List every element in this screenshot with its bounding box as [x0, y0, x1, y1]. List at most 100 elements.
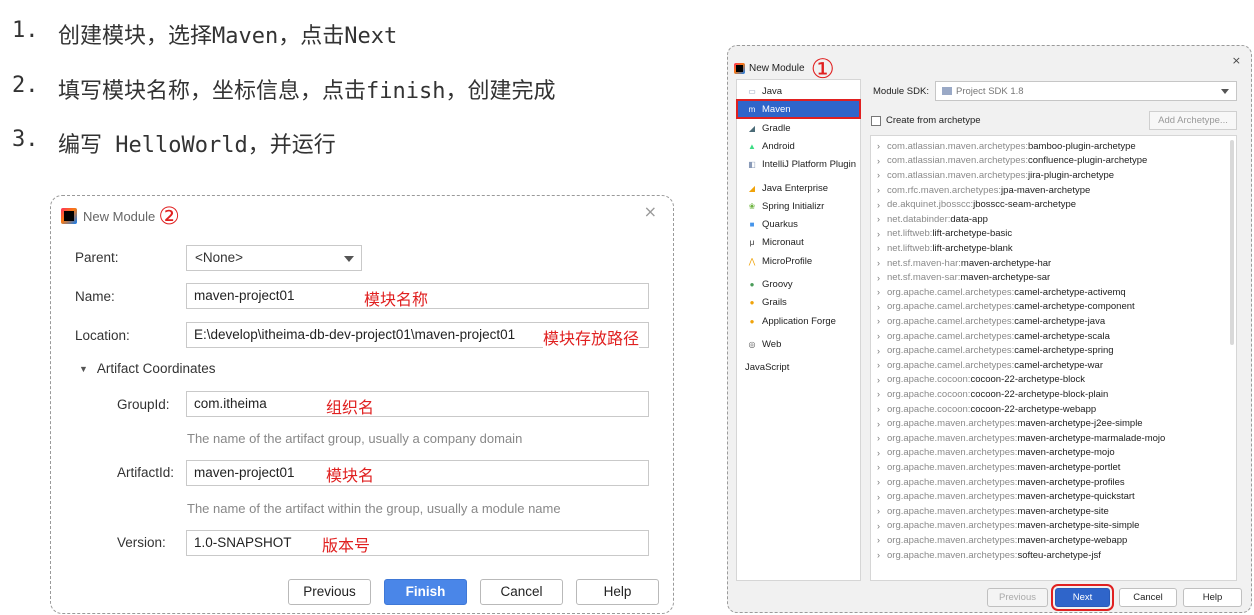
name-label: Name: [75, 289, 115, 304]
generator-item[interactable]: ◢ Gradle [737, 119, 860, 137]
archetype-item[interactable]: › org.apache.camel.archetypes: camel-arche… [871, 285, 1126, 300]
archetype-item[interactable]: › org.apache.camel.archetypes: camel-arche… [871, 300, 1135, 315]
archetype-item[interactable]: › org.apache.camel.archetypes: camel-arche… [871, 358, 1103, 373]
cancel-button[interactable]: Cancel [1119, 588, 1177, 607]
help-button[interactable]: Help [576, 579, 659, 605]
generator-item[interactable]: ● Application Forge [737, 312, 860, 330]
generator-item[interactable]: ◧ IntelliJ Platform Plugin [737, 155, 860, 173]
archetype-artifact: maven-archetype-site-simple [1017, 520, 1140, 532]
add-archetype-button[interactable]: Add Archetype... [1149, 111, 1237, 130]
archetype-item[interactable]: › com.rfc.maven.archetypes: jpa-maven-arch… [871, 183, 1090, 198]
generator-item[interactable]: ▭ Java [737, 82, 860, 100]
archetype-item[interactable]: › net.sf.maven-har: maven-archetype-har [871, 256, 1051, 271]
chevron-right-icon: › [877, 170, 880, 181]
archetype-group: org.apache.maven.archetypes: [887, 549, 1018, 561]
help-button[interactable]: Help [1183, 588, 1242, 607]
chevron-right-icon: › [877, 447, 880, 458]
groupid-annotation: 组织名 [326, 398, 375, 417]
archetype-group: org.apache.maven.archetypes: [887, 418, 1018, 430]
archetype-item[interactable]: › com.atlassian.maven.archetypes: bamboo-p… [871, 139, 1136, 154]
archetype-item[interactable]: › org.apache.maven.archetypes: maven-arche… [871, 489, 1135, 504]
folder-icon: ▭ [748, 86, 756, 96]
module-sdk-label: Module SDK: [873, 86, 929, 97]
archetype-group: org.apache.cocoon: [887, 374, 971, 386]
archetype-item[interactable]: › org.apache.maven.archetypes: maven-arche… [871, 446, 1115, 461]
generator-label: Groovy [762, 278, 793, 290]
archetype-item[interactable]: › org.apache.camel.archetypes: camel-arche… [871, 343, 1114, 358]
archetype-item[interactable]: › org.apache.cocoon: cocoon-22-archetype-b… [871, 387, 1108, 402]
archetype-group: org.apache.camel.archetypes: [887, 359, 1015, 371]
plugin-icon: ◧ [748, 159, 756, 169]
close-icon[interactable]: × [644, 202, 657, 221]
generator-label: Java Enterprise [762, 182, 829, 194]
generator-item[interactable]: ● Groovy [737, 275, 860, 293]
generator-item[interactable]: ■ Quarkus [737, 215, 860, 233]
java-enterprise-icon: ◢ [748, 183, 756, 193]
finish-button[interactable]: Finish [384, 579, 467, 605]
archetype-item[interactable]: › net.liftweb: lift-archetype-blank [871, 241, 1013, 256]
chevron-right-icon: › [877, 433, 880, 444]
archetype-item[interactable]: › org.apache.cocoon: cocoon-22-archetype-w… [871, 402, 1096, 417]
archetype-artifact: jira-plugin-archetype [1027, 169, 1115, 181]
archetype-group: de.akquinet.jbosscc: [887, 199, 974, 211]
collapse-arrow-icon: ▼ [79, 363, 88, 374]
artifact-coordinates-toggle[interactable]: ▼ Artifact Coordinates [79, 361, 215, 376]
artifactid-input[interactable]: maven-project01 [186, 460, 649, 486]
generator-item[interactable]: μ Micronaut [737, 233, 860, 251]
archetype-item[interactable]: › org.apache.maven.archetypes: maven-arche… [871, 475, 1125, 490]
parent-value: <None> [195, 250, 244, 265]
step-number: 2. [12, 72, 39, 98]
scrollbar[interactable] [1230, 140, 1234, 345]
chevron-down-icon [344, 256, 354, 262]
archetype-group: com.atlassian.maven.archetypes: [887, 155, 1028, 167]
archetype-item[interactable]: › net.sf.maven-sar: maven-archetype-sar [871, 270, 1050, 285]
gradle-icon: ◢ [748, 123, 756, 133]
archetype-item[interactable]: › org.apache.camel.archetypes: camel-arche… [871, 314, 1105, 329]
archetype-artifact: maven-archetype-portlet [1017, 461, 1121, 473]
archetype-item[interactable]: › org.apache.maven.archetypes: maven-arche… [871, 533, 1127, 548]
archetype-item[interactable]: › org.apache.maven.archetypes: maven-arche… [871, 416, 1143, 431]
generator-item[interactable]: ⋀ MicroProfile [737, 252, 860, 270]
archetype-item[interactable]: › com.atlassian.maven.archetypes: confluen… [871, 154, 1147, 169]
archetype-item[interactable]: › org.apache.cocoon: cocoon-22-archetype-b… [871, 373, 1085, 388]
archetype-item[interactable]: › org.apache.camel.archetypes: camel-arche… [871, 329, 1110, 344]
step-number: 1. [12, 18, 39, 43]
archetype-item[interactable]: › org.apache.maven.archetypes: maven-arche… [871, 519, 1139, 534]
chevron-right-icon: › [877, 491, 880, 502]
archetype-artifact: confluence-plugin-archetype [1027, 155, 1148, 167]
generator-item[interactable]: ◢ Java Enterprise [737, 179, 860, 197]
version-input[interactable]: 1.0-SNAPSHOT [186, 530, 649, 556]
generator-label: JavaScript [745, 361, 790, 373]
step-3: 3. 编写 HelloWorld，并运行 [12, 127, 555, 182]
generator-item[interactable]: m Maven [736, 99, 861, 119]
groupid-input[interactable]: com.itheima [186, 391, 649, 417]
module-sdk-select[interactable]: Project SDK 1.8 [935, 81, 1237, 101]
generator-item[interactable]: ◎ Web [737, 335, 860, 353]
name-annotation: 模块名称 [364, 290, 429, 309]
archetype-item[interactable]: › net.liftweb: lift-archetype-basic [871, 227, 1012, 242]
generator-item[interactable]: JavaScript [737, 358, 860, 376]
cancel-button[interactable]: Cancel [480, 579, 563, 605]
archetype-group: net.sf.maven-sar: [887, 272, 961, 284]
generator-label: Gradle [762, 122, 791, 134]
archetype-artifact: jpa-maven-archetype [1001, 184, 1091, 196]
previous-button[interactable]: Previous [288, 579, 371, 605]
create-from-archetype-checkbox[interactable]: Create from archetype [871, 115, 981, 126]
archetype-item[interactable]: › com.atlassian.maven.archetypes: jira-plu… [871, 168, 1114, 183]
archetype-artifact: camel-archetype-activemq [1014, 286, 1126, 298]
archetype-item[interactable]: › de.akquinet.jbosscc: jbosscc-seam-archet… [871, 197, 1076, 212]
archetype-item[interactable]: › net.databinder: data-app [871, 212, 988, 227]
previous-button[interactable]: Previous [987, 588, 1048, 607]
chevron-right-icon: › [877, 345, 880, 356]
archetype-item[interactable]: › org.apache.maven.archetypes: maven-arche… [871, 460, 1120, 475]
close-icon[interactable]: × [1232, 54, 1241, 67]
archetype-item[interactable]: › org.apache.maven.archetypes: maven-arche… [871, 431, 1165, 446]
parent-select[interactable]: <None> [186, 245, 362, 271]
archetype-item[interactable]: › org.apache.maven.archetypes: maven-arche… [871, 504, 1109, 519]
generator-item[interactable]: ● Grails [737, 293, 860, 311]
next-button[interactable]: Next [1051, 584, 1114, 611]
generator-item[interactable]: ❀ Spring Initializr [737, 197, 860, 215]
chevron-right-icon: › [877, 389, 880, 400]
generator-item[interactable]: ▲ Android [737, 137, 860, 155]
archetype-item[interactable]: › org.apache.maven.archetypes: softeu-arch… [871, 548, 1101, 563]
